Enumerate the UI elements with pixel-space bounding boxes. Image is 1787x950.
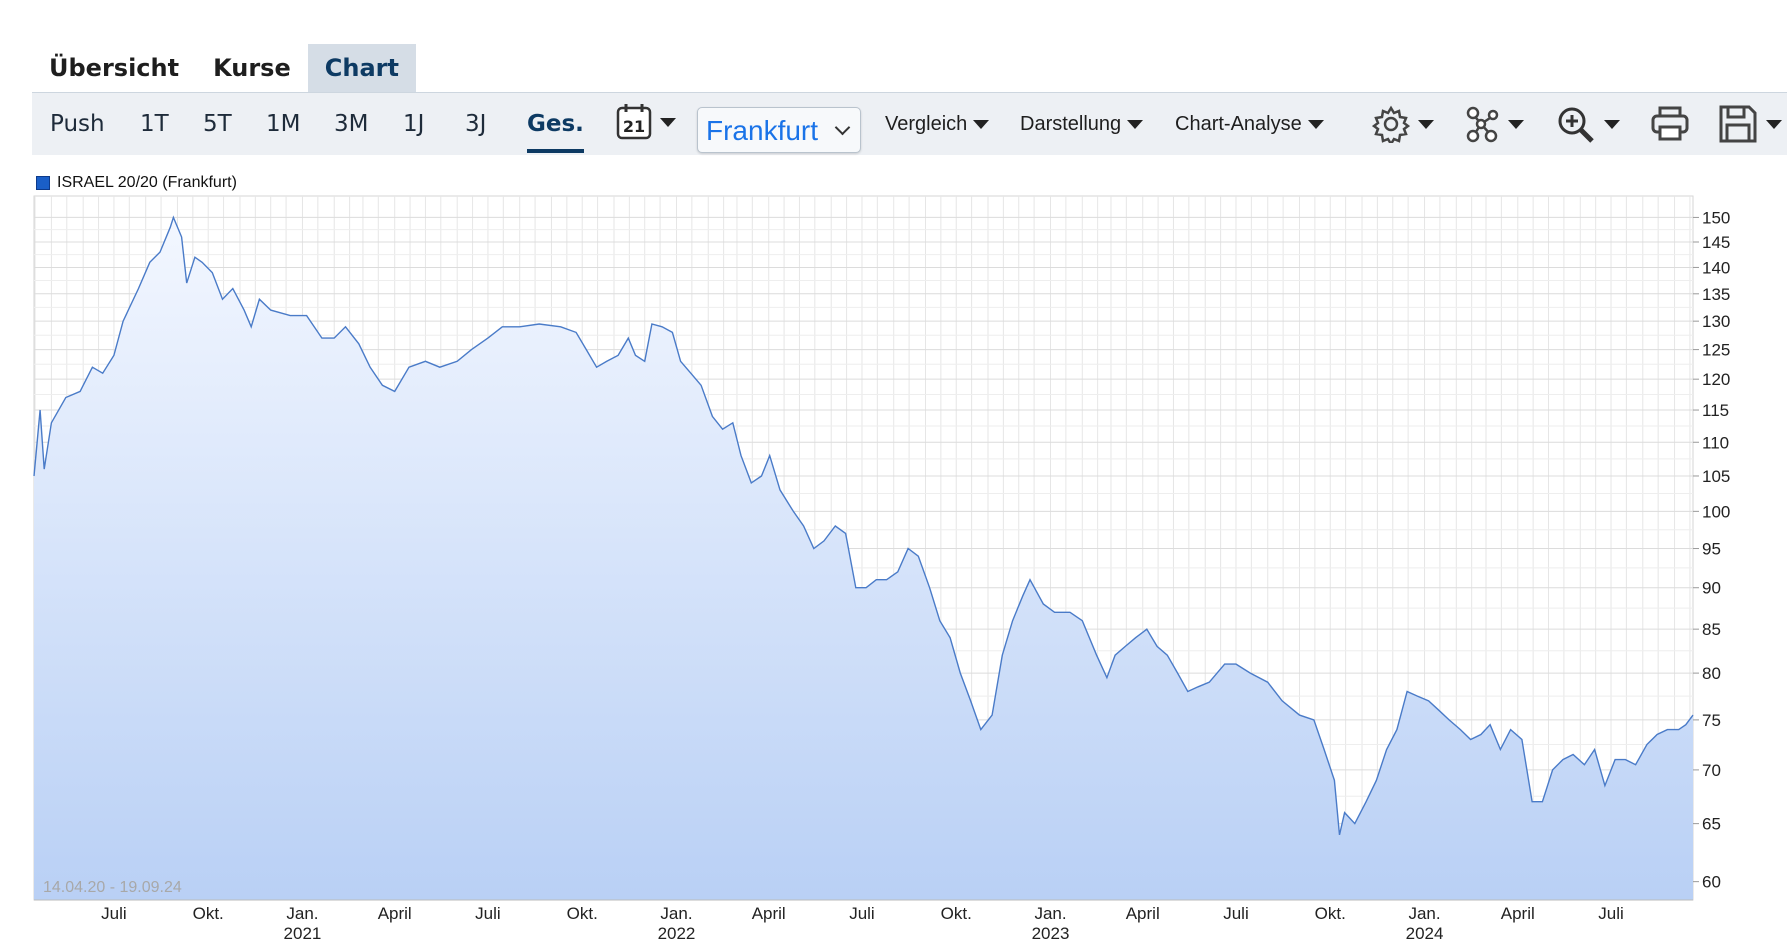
period-1m[interactable]: 1M — [266, 93, 300, 155]
gear-icon — [1372, 105, 1410, 143]
save-icon — [1719, 105, 1757, 143]
x-tick-label: Okt. — [1315, 904, 1346, 923]
period-push[interactable]: Push — [50, 93, 105, 155]
y-tick-label: 140 — [1702, 258, 1730, 277]
x-tick-label: Jan. — [1408, 904, 1440, 923]
calendar-icon: 21 — [616, 104, 652, 140]
x-tick-label: Juli — [1598, 904, 1624, 923]
print-icon — [1651, 106, 1689, 141]
y-tick-label: 115 — [1702, 401, 1729, 420]
darstellung-label: Darstellung — [1020, 113, 1122, 135]
caret-down-icon — [660, 117, 676, 127]
y-tick-label: 95 — [1702, 540, 1721, 559]
save-button[interactable] — [1718, 103, 1782, 145]
x-tick-label: Juli — [1223, 904, 1249, 923]
y-tick-label: 130 — [1702, 312, 1730, 331]
x-tick-label: April — [1501, 904, 1535, 923]
caret-down-icon — [1604, 119, 1620, 129]
period-3j[interactable]: 3J — [465, 93, 486, 155]
y-tick-label: 110 — [1702, 433, 1729, 452]
y-tick-label: 120 — [1702, 370, 1730, 389]
y-tick-label: 85 — [1702, 620, 1721, 639]
x-tick-label: April — [752, 904, 786, 923]
top-tab-bar: Übersicht Kurse Chart — [32, 44, 416, 92]
caret-down-icon — [973, 119, 990, 129]
x-tick-label: Jan. — [1034, 904, 1066, 923]
calendar-day: 21 — [623, 117, 645, 136]
price-chart[interactable]: 60 65 70 75 80 85 90 95 100 105 110 115 120 125 130 135… — [0, 190, 1787, 950]
y-tick-label: 75 — [1702, 711, 1721, 730]
x-tick-label: Okt. — [567, 904, 598, 923]
vergleich-menu[interactable]: Vergleich — [885, 93, 990, 155]
darstellung-menu[interactable]: Darstellung — [1020, 93, 1144, 155]
tab-kurse[interactable]: Kurse — [196, 44, 308, 92]
indicators-button[interactable] — [1464, 103, 1524, 145]
y-tick-label: 70 — [1702, 761, 1721, 780]
period-1t[interactable]: 1T — [140, 93, 169, 155]
period-3m[interactable]: 3M — [334, 93, 368, 155]
tab-chart[interactable]: Chart — [307, 44, 416, 92]
x-tick-year: 2022 — [658, 924, 696, 943]
x-tick-label: Jan. — [660, 904, 692, 923]
y-tick-label: 135 — [1702, 285, 1730, 304]
y-tick-label: 60 — [1702, 873, 1721, 892]
y-axis: 60 65 70 75 80 85 90 95 100 105 110 115 120 125 130 135… — [1693, 208, 1730, 892]
chevron-down-icon — [834, 119, 851, 136]
x-tick-year: 2024 — [1406, 924, 1444, 943]
y-tick-label: 80 — [1702, 664, 1721, 683]
x-tick-label: Juli — [101, 904, 127, 923]
y-tick-label: 125 — [1702, 341, 1730, 360]
tab-uebersicht[interactable]: Übersicht — [32, 44, 196, 92]
y-tick-label: 105 — [1702, 467, 1730, 486]
caret-down-icon — [1127, 119, 1144, 129]
y-tick-label: 150 — [1702, 208, 1730, 227]
print-button[interactable] — [1650, 103, 1690, 145]
y-tick-label: 90 — [1702, 579, 1721, 598]
x-tick-label: Juli — [475, 904, 501, 923]
x-tick-label: April — [378, 904, 412, 923]
exchange-select[interactable]: Frankfurt — [697, 107, 861, 153]
x-tick-label: Okt. — [193, 904, 224, 923]
price-area — [34, 217, 1693, 900]
x-tick-label: Okt. — [941, 904, 972, 923]
caret-down-icon — [1508, 119, 1524, 129]
zoom-button[interactable] — [1556, 103, 1620, 145]
chart-toolbar: Push 1T 5T 1M 3M 1J 3J Ges. 21 Frankfurt… — [32, 92, 1787, 155]
settings-button[interactable] — [1372, 103, 1434, 145]
x-tick-label: Juli — [849, 904, 875, 923]
caret-down-icon — [1307, 119, 1324, 129]
period-gesamt[interactable]: Ges. — [527, 93, 584, 155]
x-axis: Juli Okt. Jan.2021April Juli Okt. Jan.2022Apr… — [34, 899, 1693, 943]
y-tick-label: 65 — [1702, 815, 1721, 834]
zoom-in-icon — [1558, 107, 1594, 143]
exchange-select-value: Frankfurt — [706, 115, 819, 146]
vergleich-label: Vergleich — [885, 113, 968, 135]
chart-analyse-menu[interactable]: Chart-Analyse — [1175, 93, 1324, 155]
y-tick-label: 145 — [1702, 233, 1730, 252]
date-range-label: 14.04.20 - 19.09.24 — [43, 879, 182, 896]
caret-down-icon — [1766, 119, 1782, 129]
x-tick-year: 2023 — [1032, 924, 1070, 943]
x-tick-label: Jan. — [286, 904, 318, 923]
date-range-button[interactable]: 21 — [616, 103, 676, 141]
y-tick-label: 100 — [1702, 502, 1730, 521]
network-icon — [1466, 106, 1499, 143]
period-5t[interactable]: 5T — [203, 93, 232, 155]
period-1j[interactable]: 1J — [403, 93, 424, 155]
chart-analyse-label: Chart-Analyse — [1175, 113, 1302, 135]
caret-down-icon — [1418, 119, 1434, 129]
x-tick-label: April — [1126, 904, 1160, 923]
legend-swatch — [36, 176, 50, 190]
x-tick-year: 2021 — [284, 924, 322, 943]
